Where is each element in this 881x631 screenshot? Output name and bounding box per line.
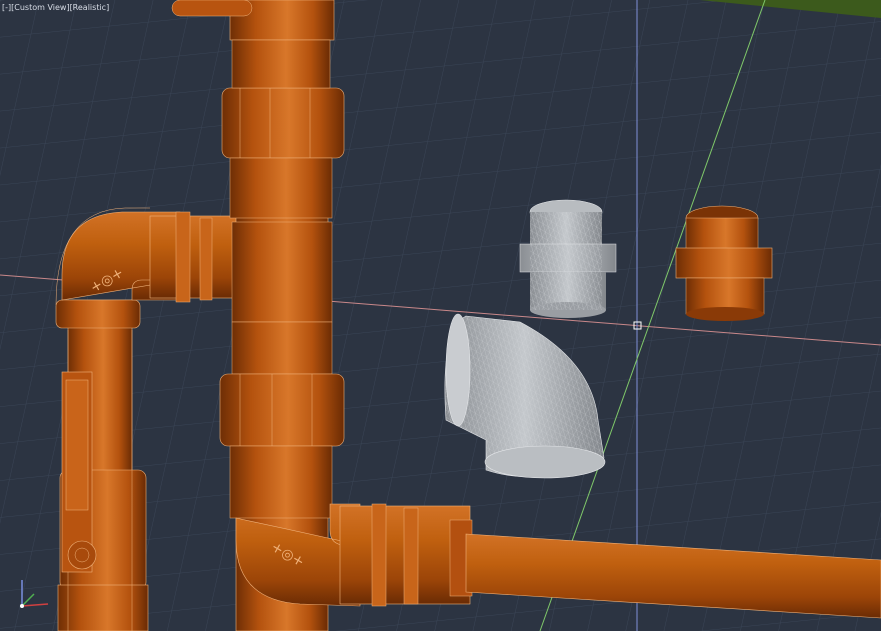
visual-style-button[interactable]: [Realistic] — [70, 3, 110, 12]
lower-connector[interactable] — [339, 503, 473, 607]
3d-scene[interactable]: +◎+ +◎+ — [0, 0, 881, 631]
lower-union-nut[interactable] — [219, 321, 345, 519]
upper-union-nut[interactable] — [221, 39, 345, 219]
view-selector-button[interactable]: [Custom View] — [11, 3, 69, 12]
drawing-viewport[interactable]: +◎+ +◎+ [-][Custom View][Realistic] — [0, 0, 881, 631]
viewport-menu-button[interactable]: [-] — [2, 3, 11, 12]
ball-valve-handle[interactable] — [61, 371, 97, 573]
tee-fitting[interactable] — [231, 221, 333, 323]
hex-nipple-grey[interactable] — [519, 199, 617, 318]
hex-nipple-copper[interactable] — [675, 205, 773, 321]
viewport-controls: [-][Custom View][Realistic] — [2, 3, 109, 12]
